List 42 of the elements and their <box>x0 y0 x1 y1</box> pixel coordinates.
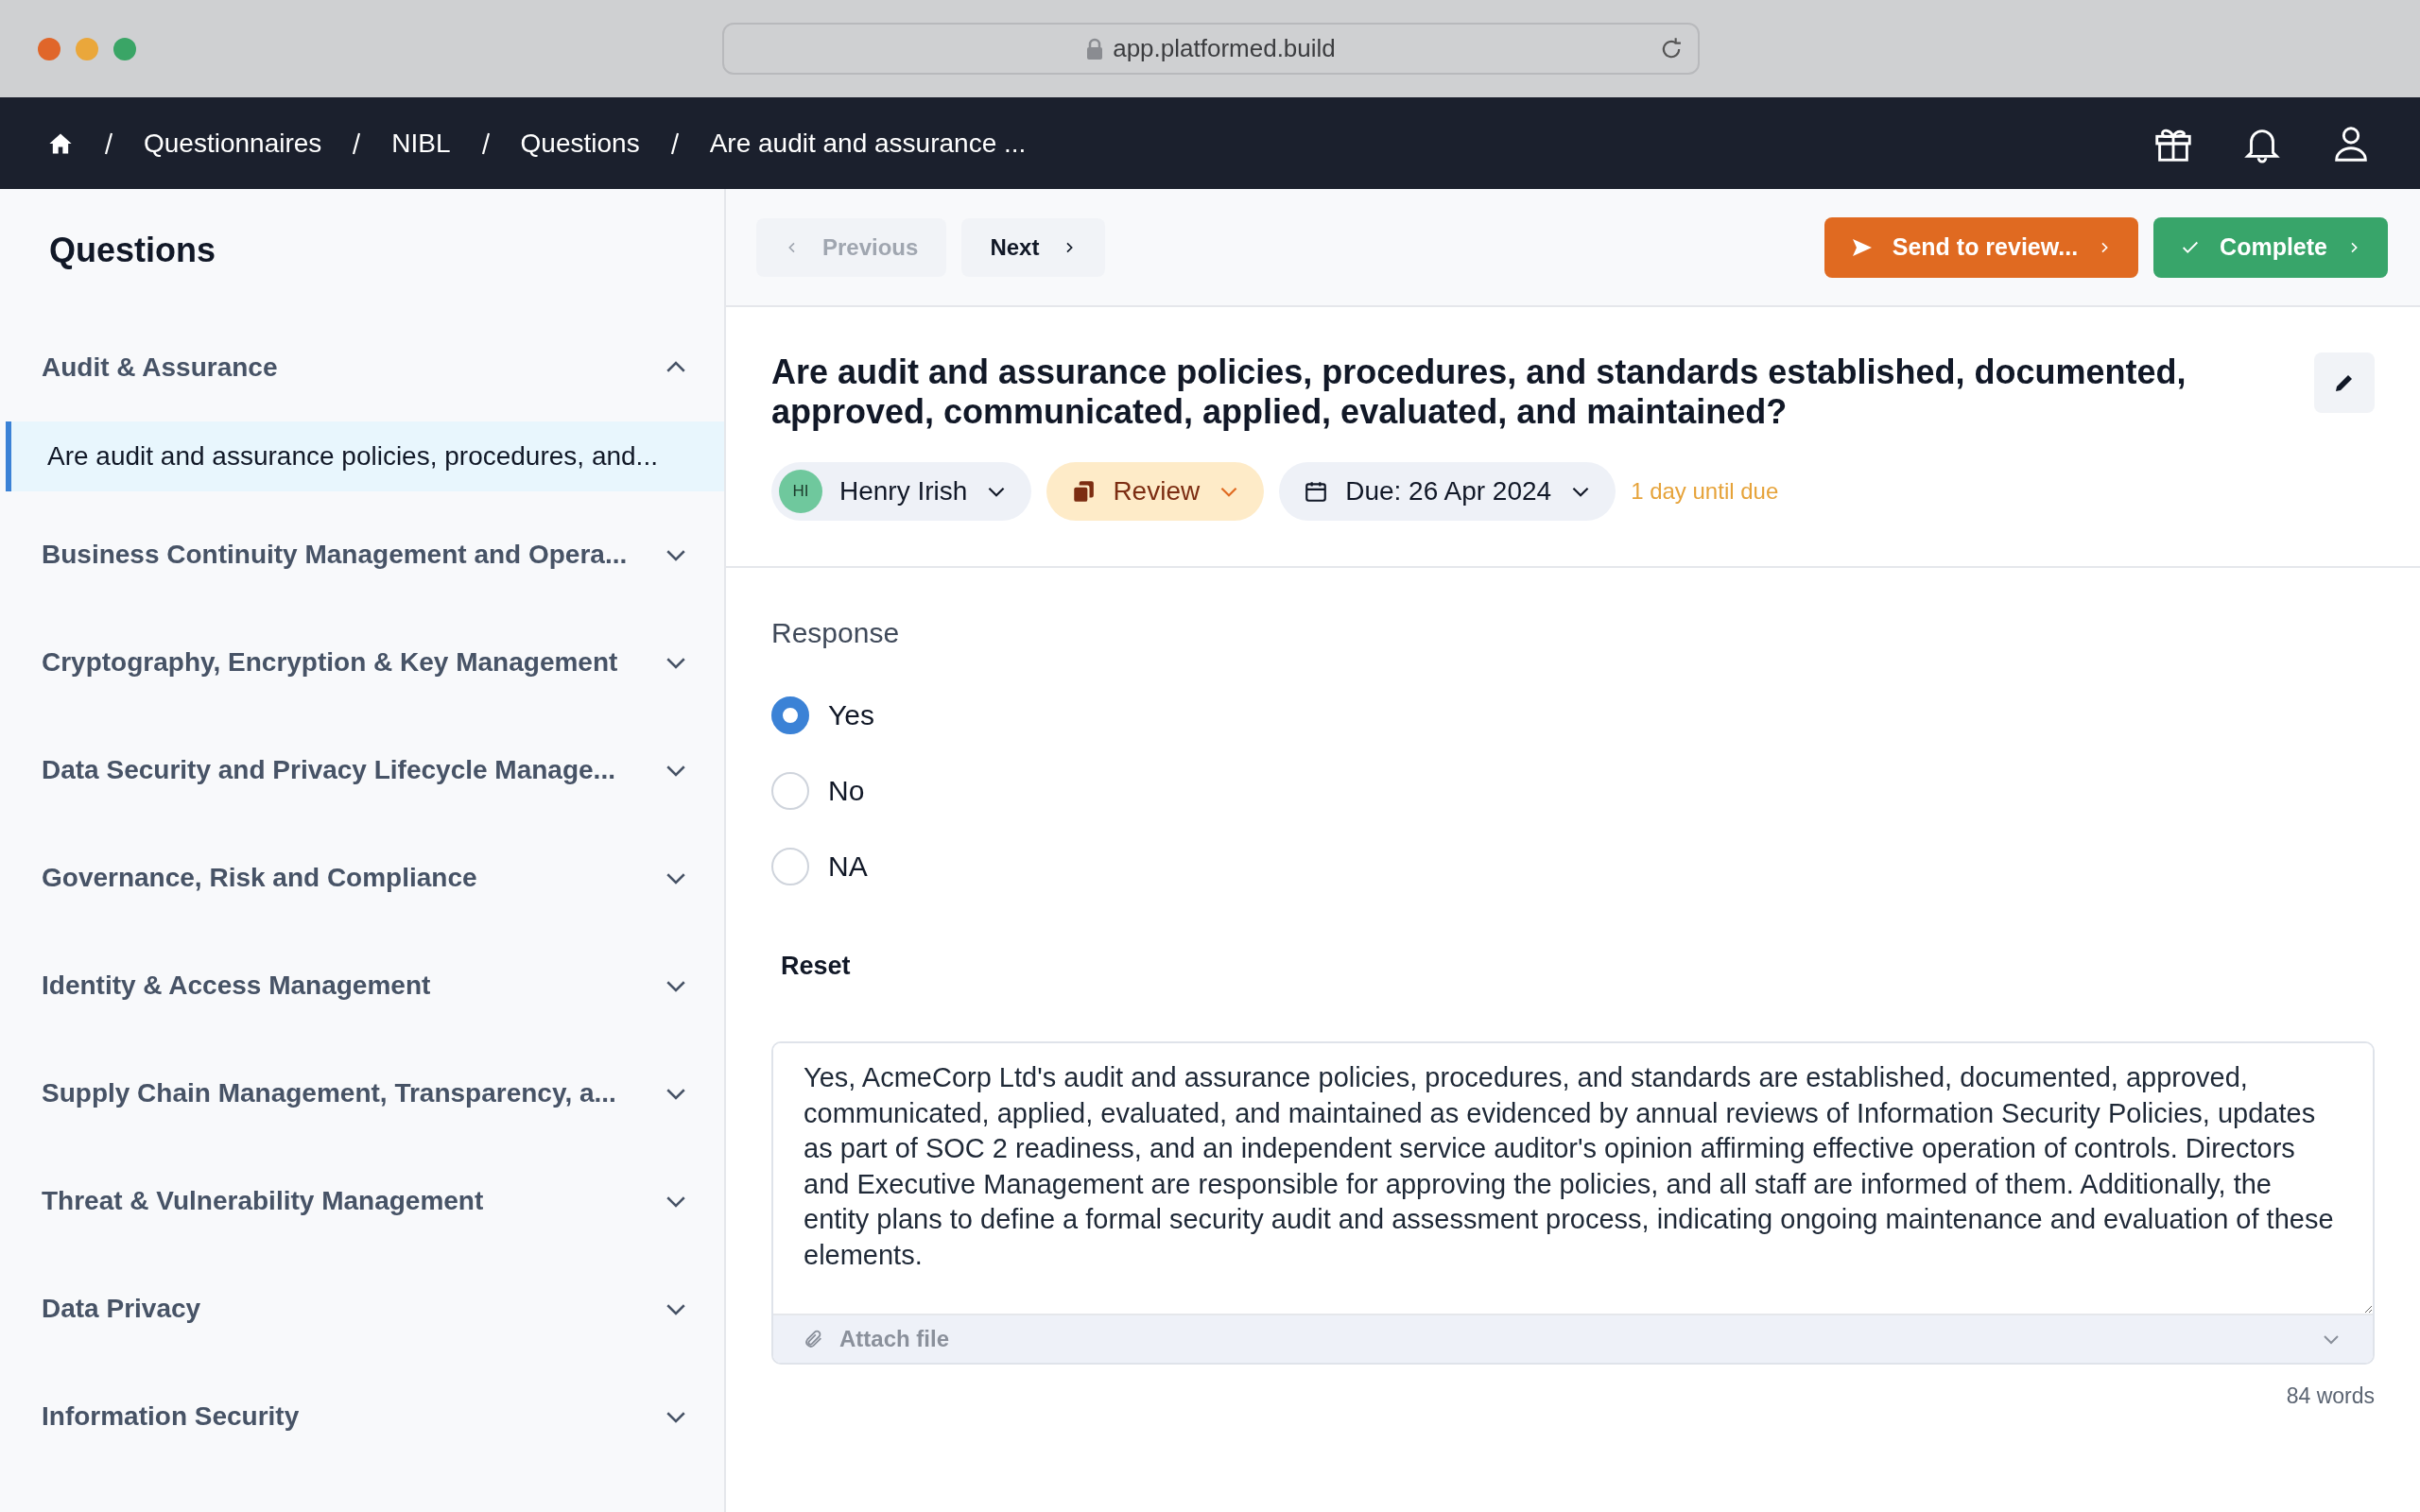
section-header[interactable]: Data Security and Privacy Lifecycle Manage... <box>0 716 724 824</box>
section-header[interactable]: Data Privacy <box>0 1255 724 1363</box>
breadcrumb-separator <box>104 130 113 156</box>
radio-option[interactable]: No <box>771 753 2375 829</box>
section-header[interactable]: Information Security <box>0 1363 724 1470</box>
section-header[interactable]: Governance, Risk and Compliance <box>0 824 724 932</box>
word-count: 84 words <box>2286 1383 2375 1409</box>
breadcrumb-link[interactable]: Questions <box>520 128 640 159</box>
due-date-dropdown[interactable]: Due: 26 Apr 2024 <box>1279 462 1616 521</box>
section-header[interactable]: Business Continuity Management and Opera... <box>0 501 724 609</box>
breadcrumb-separator <box>669 130 680 156</box>
status-dropdown[interactable]: Review <box>1046 462 1265 521</box>
section-header[interactable]: Audit & Assurance <box>0 314 724 421</box>
avatar: HI <box>779 470 822 513</box>
section-header[interactable]: Supply Chain Management, Transparency, a... <box>0 1040 724 1147</box>
address-bar[interactable]: app.platformed.build <box>722 23 1700 75</box>
reset-button[interactable]: Reset <box>771 952 860 981</box>
answer-field[interactable]: Yes, AcmeCorp Ltd's audit and assurance policies, procedures, and standards are established, documented, approved, communicated, applied, evaluated, and maintained as evidenced by annual reviews of Information Security Policies, updates as part of SOC 2 readiness, and an independent service auditor's opinion affirming effective operation of controls. Directors and Executive Management are responsible for approving the policies, and all staff are informed of them. Additionally, the entity plans to define a formal security audit and assessment process, indicating ongoing maintenance and evaluation of these elements. <box>773 1043 2373 1314</box>
next-button[interactable]: Next <box>961 217 1106 277</box>
breadcrumb-separator <box>352 130 362 156</box>
section-header[interactable]: Threat & Vulnerability Management <box>0 1147 724 1255</box>
question-title: Are audit and assurance policies, procedures, and standards established, documented, approved, communicated, applied, evaluated, and maintained? <box>771 352 2187 432</box>
radio-option[interactable]: Yes <box>771 678 2375 753</box>
breadcrumb-link[interactable]: Are audit and assurance ... <box>709 128 1027 159</box>
due-note: 1 day until due <box>1631 478 1779 505</box>
answer-box[interactable] <box>771 1041 2375 1365</box>
breadcrumb-separator <box>480 130 491 156</box>
paperclip-icon <box>804 1329 824 1349</box>
edit-button[interactable] <box>2314 352 2375 413</box>
response-label: Response <box>771 617 901 649</box>
radio-option[interactable]: NA <box>771 829 2375 904</box>
lock-icon <box>1086 37 1104 60</box>
sidebar-title: Questions <box>49 231 217 270</box>
breadcrumb-link[interactable]: NIBL <box>391 128 451 159</box>
section-header[interactable]: Cryptography, Encryption & Key Management <box>0 609 724 716</box>
section-header[interactable]: Identity & Access Management <box>0 932 724 1040</box>
assignee-dropdown[interactable]: HI Henry Irish <box>771 462 1032 521</box>
documents-icon <box>1071 479 1097 504</box>
question-item[interactable]: Are audit and assurance policies, procedures, and... <box>6 421 724 491</box>
radio-button[interactable] <box>771 696 809 734</box>
breadcrumb-link[interactable]: Questionnaires <box>144 128 322 159</box>
calendar-icon <box>1304 479 1329 504</box>
